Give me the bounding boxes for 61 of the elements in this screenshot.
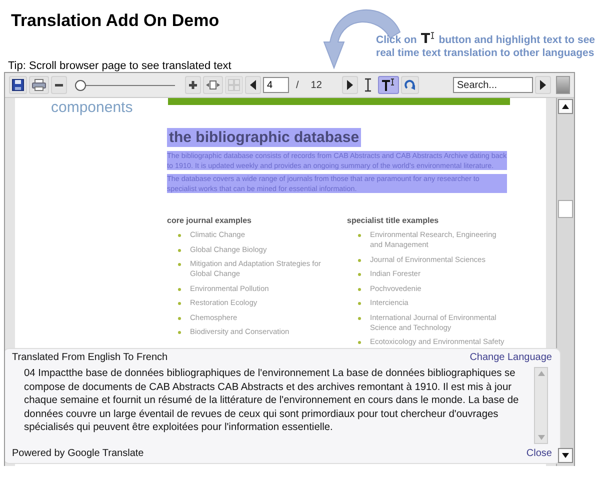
zoom-slider[interactable] — [75, 79, 175, 91]
bullet-icon — [178, 263, 181, 266]
grid-icon — [228, 79, 240, 91]
bullet-icon — [178, 316, 181, 320]
translate-tool-icon — [420, 32, 435, 44]
up-triangle-icon — [562, 104, 569, 109]
callout-text: real time text translation to other languages — [376, 47, 594, 59]
right-triangle-icon — [346, 80, 354, 90]
translation-heading: Translated From English To French — [12, 352, 168, 363]
translated-text: 04 Impactthe base de données bibliographiques de l'environnement La base de données bibliographiques se compose de documents de CAB Abstracts CAB Abstracts et des archives remontant à 1910. Il est mis à jour chaque semaine et fournit un résumé de la littérature de l'environnement en cours dans le monde. La base de données couvre un large éventail de revues de ceux qui sont primordiaux pour tout chercheur d'ouvrages spécialisés qui peuvent être exploitées pour l'information essentielle. — [24, 367, 520, 435]
section-heading: components — [51, 99, 133, 117]
page-count: 12 — [310, 80, 322, 90]
next-page-button[interactable] — [342, 76, 358, 94]
bullet-icon — [178, 302, 181, 305]
bullet-icon — [358, 273, 361, 276]
print-button[interactable] — [29, 76, 49, 94]
zoom-in-button[interactable] — [185, 76, 201, 94]
scroll-up-button[interactable] — [558, 99, 573, 114]
save-button[interactable] — [9, 76, 27, 94]
search-field[interactable]: Search... — [453, 77, 533, 93]
credit-text: Powered by Google Translate — [12, 448, 144, 459]
callout-text: Click on — [376, 34, 417, 46]
document-heading: the bibliographic database — [167, 128, 362, 147]
fit-width-icon — [206, 80, 220, 90]
bullet-icon — [178, 331, 181, 334]
translate-tool[interactable] — [378, 76, 399, 94]
page-number-field[interactable]: 4 — [263, 77, 289, 93]
bullet-icon — [358, 234, 361, 237]
bullet-icon — [358, 316, 361, 320]
plus-icon — [188, 80, 198, 90]
scroll-thumb[interactable] — [558, 200, 573, 218]
column-title: core journal examples — [167, 216, 252, 225]
close-link[interactable]: Close — [526, 448, 552, 459]
bullet-icon — [358, 302, 361, 305]
scroll-down-button[interactable] — [558, 448, 573, 463]
bullet-icon — [178, 248, 181, 252]
rotate-icon — [404, 79, 416, 91]
search-go-button[interactable] — [535, 76, 551, 94]
bullet-icon — [178, 234, 181, 237]
zoom-out-button[interactable] — [51, 76, 67, 94]
page-title: Translation Add On Demo — [11, 11, 220, 31]
change-language-link[interactable]: Change Language — [470, 352, 552, 363]
tip-text: Tip: Scroll browser page to see translated text — [8, 60, 232, 72]
fit-width-button[interactable] — [203, 76, 223, 94]
bullet-icon — [358, 258, 361, 262]
bullet-icon — [358, 288, 361, 290]
left-triangle-icon — [249, 80, 257, 90]
callout-text: button and highlight text to see — [438, 34, 596, 46]
slider-thumb[interactable] — [75, 80, 86, 91]
panel-toggle-button[interactable] — [556, 76, 570, 94]
previous-page-button[interactable] — [245, 76, 261, 94]
bullet-icon — [358, 341, 361, 344]
right-triangle-icon — [539, 80, 547, 90]
down-triangle-icon — [562, 453, 569, 458]
rotate-button[interactable] — [400, 76, 419, 94]
column-title: specialist title examples — [347, 216, 440, 225]
page-separator: / — [296, 80, 299, 90]
translate-tool-icon — [380, 78, 396, 92]
printer-icon — [32, 79, 46, 91]
bullet-icon — [178, 288, 181, 290]
text-cursor-icon — [364, 78, 372, 92]
